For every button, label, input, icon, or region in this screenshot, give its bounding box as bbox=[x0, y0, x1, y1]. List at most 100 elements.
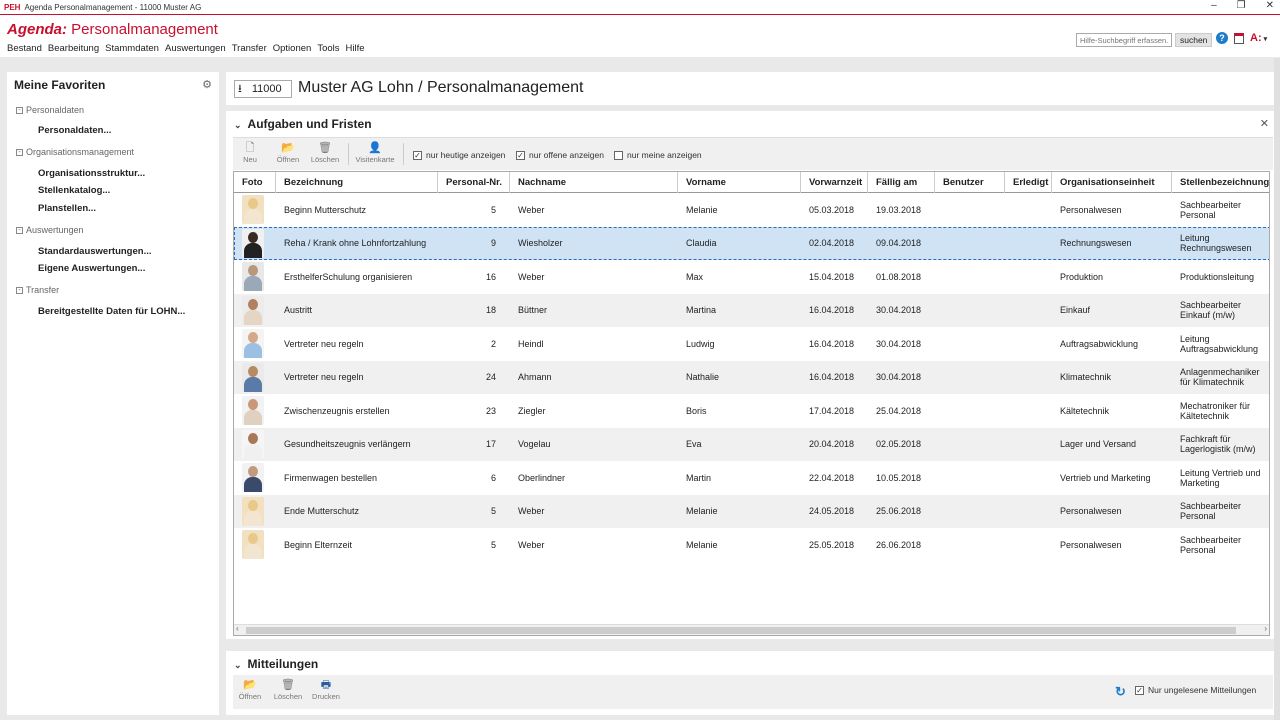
help-icon[interactable]: ? bbox=[1216, 32, 1228, 44]
sidebar-item-bereitgestellte-daten[interactable]: Bereitgestellte Daten für LOHN... bbox=[38, 306, 185, 317]
restore-button[interactable]: ❐ bbox=[1237, 0, 1246, 11]
open-button[interactable]: 📂 Öffnen bbox=[273, 142, 303, 164]
cell-faellig-am: 26.06.2018 bbox=[876, 539, 922, 550]
delete-button[interactable]: 🗑 Löschen bbox=[310, 142, 340, 164]
checkbox-checked-icon[interactable]: ✓ bbox=[1135, 685, 1144, 695]
unread-messages-checkbox[interactable]: ✓ Nur ungelesene Mitteilungen bbox=[1135, 685, 1256, 695]
cell-faellig-am: 01.08.2018 bbox=[876, 271, 922, 282]
cell-organisationseinheit: Produktion bbox=[1060, 271, 1104, 282]
column-header-benutzer[interactable]: Benutzer bbox=[935, 172, 1005, 193]
column-header-bezeichnung[interactable]: Bezeichnung bbox=[276, 172, 438, 193]
checkbox-unchecked-icon[interactable] bbox=[614, 150, 623, 160]
scrollbar-thumb[interactable] bbox=[246, 627, 1236, 634]
scroll-right-icon[interactable]: › bbox=[1264, 624, 1267, 633]
cell-benutzer bbox=[935, 394, 1005, 428]
collapse-icon[interactable]: - bbox=[16, 287, 23, 295]
table-row[interactable]: Vertreter neu regeln 24 Ahmann Nathalie 16.0… bbox=[234, 360, 1269, 395]
filter-mine-checkbox[interactable]: nur meine anzeigen bbox=[614, 150, 702, 160]
minimize-button[interactable]: – bbox=[1211, 0, 1217, 11]
sidebar-group-transfer[interactable]: - Transfer bbox=[16, 285, 59, 295]
new-button[interactable]: 🗋 Neu bbox=[235, 142, 265, 164]
menu-auswertungen[interactable]: Auswertungen bbox=[165, 43, 226, 54]
user-menu-button[interactable]: A: ▾ bbox=[1250, 32, 1267, 44]
collapse-icon[interactable]: - bbox=[16, 149, 23, 157]
cell-vorwarnzeit: 25.05.2018 bbox=[809, 539, 855, 550]
column-header-vorname[interactable]: Vorname bbox=[678, 172, 801, 193]
sidebar-group-auswertungen[interactable]: - Auswertungen bbox=[16, 225, 84, 235]
trash-icon: 🗑 bbox=[281, 679, 295, 691]
cell-stellenbezeichnung: Sachbearbeiter Einkauf (m/w) bbox=[1180, 300, 1242, 321]
page-header: ⭳ 11000 Muster AG Lohn / Personalmanagem… bbox=[226, 72, 1274, 105]
column-header-nachname[interactable]: Nachname bbox=[510, 172, 678, 193]
table-row[interactable]: Austritt 18 Büttner Martina 16.04.2018 30.04.… bbox=[234, 293, 1269, 327]
client-number-box[interactable]: ⭳ 11000 bbox=[234, 80, 292, 98]
vcard-button[interactable]: 👤 Visitenkarte bbox=[355, 142, 395, 164]
horizontal-scrollbar[interactable]: ‹ › bbox=[234, 624, 1269, 635]
sidebar-title: Meine Favoriten bbox=[14, 78, 106, 92]
table-row[interactable]: Reha / Krank ohne Lohnfortzahlung 9 Wiesho… bbox=[234, 226, 1269, 260]
table-row[interactable]: Beginn Mutterschutz 5 Weber Melanie 05.03.20… bbox=[234, 193, 1269, 227]
scroll-left-icon[interactable]: ‹ bbox=[236, 624, 239, 633]
help-search-input[interactable] bbox=[1076, 33, 1172, 47]
close-window-button[interactable]: ✕ bbox=[1266, 0, 1274, 11]
menu-hilfe[interactable]: Hilfe bbox=[346, 43, 365, 54]
menu-optionen[interactable]: Optionen bbox=[273, 43, 312, 54]
message-print-button[interactable]: 🖶 Drucken bbox=[311, 679, 341, 701]
cell-vorwarnzeit: 15.04.2018 bbox=[809, 271, 855, 282]
sidebar-item-stellenkatalog[interactable]: Stellenkatalog... bbox=[38, 185, 110, 196]
menu-stammdaten[interactable]: Stammdaten bbox=[105, 43, 159, 54]
column-header-erledigt[interactable]: Erledigt bbox=[1005, 172, 1052, 193]
menu-transfer[interactable]: Transfer bbox=[232, 43, 267, 54]
tasks-panel: ⌄ Aufgaben und Fristen ✕ 🗋 Neu 📂 Öffnen 🗑 Lö… bbox=[226, 111, 1274, 639]
table-row[interactable]: Firmenwagen bestellen 6 Oberlindner Martin 2… bbox=[234, 461, 1269, 495]
sidebar-group-personaldaten[interactable]: - Personaldaten bbox=[16, 105, 84, 115]
column-header-stellenbezeichnung[interactable]: Stellenbezeichnung bbox=[1172, 172, 1269, 193]
cell-benutzer bbox=[935, 361, 1005, 395]
close-icon[interactable]: ✕ bbox=[1260, 117, 1269, 130]
calendar-icon[interactable] bbox=[1234, 32, 1244, 44]
help-search-button[interactable]: suchen bbox=[1175, 33, 1213, 47]
checkbox-checked-icon[interactable]: ✓ bbox=[516, 150, 525, 160]
sidebar-item-standardauswertungen[interactable]: Standardauswertungen... bbox=[38, 246, 152, 257]
sidebar-item-personaldaten[interactable]: Personaldaten... bbox=[38, 125, 111, 136]
table-row[interactable]: Vertreter neu regeln 2 Heindl Ludwig 16.04.2… bbox=[234, 327, 1269, 361]
photo-body bbox=[244, 376, 262, 392]
chevron-down-icon[interactable]: ⌄ bbox=[234, 660, 242, 671]
vcard-label: Visitenkarte bbox=[355, 155, 395, 164]
sidebar-item-eigene-auswertungen[interactable]: Eigene Auswertungen... bbox=[38, 263, 145, 274]
column-header-foto[interactable]: Foto bbox=[234, 172, 276, 193]
column-header-organisationseinheit[interactable]: Organisationseinheit bbox=[1052, 172, 1172, 193]
vertical-scrollbar[interactable] bbox=[1274, 58, 1280, 720]
menu-tools[interactable]: Tools bbox=[317, 43, 339, 54]
table-row[interactable]: Zwischenzeugnis erstellen 23 Ziegler Boris 1… bbox=[234, 394, 1269, 428]
sidebar-item-organisationsstruktur[interactable]: Organisationsstruktur... bbox=[38, 168, 145, 179]
menu-bestand[interactable]: Bestand bbox=[7, 43, 42, 54]
chevron-down-icon[interactable]: ⌄ bbox=[234, 120, 242, 131]
sidebar-group-organisationsmanagement[interactable]: - Organisationsmanagement bbox=[16, 147, 134, 157]
collapse-icon[interactable]: - bbox=[16, 107, 23, 115]
message-delete-button[interactable]: 🗑 Löschen bbox=[273, 679, 303, 701]
collapse-icon[interactable]: - bbox=[16, 227, 23, 235]
download-icon[interactable]: ⭳ bbox=[238, 80, 242, 99]
photo-head bbox=[248, 466, 258, 477]
menu-bearbeitung[interactable]: Bearbeitung bbox=[48, 43, 99, 54]
gear-icon[interactable]: ⚙ bbox=[202, 78, 212, 91]
filter-open-checkbox[interactable]: ✓ nur offene anzeigen bbox=[516, 150, 604, 160]
photo-head bbox=[248, 365, 258, 377]
message-open-button[interactable]: 📂 Öffnen bbox=[235, 679, 265, 701]
table-row[interactable]: Beginn Elternzeit 5 Weber Melanie 25.05.2018… bbox=[234, 528, 1269, 562]
table-row[interactable]: ErsthelferSchulung organisieren 16 Weber Ma… bbox=[234, 260, 1269, 294]
refresh-icon[interactable]: ↻ bbox=[1115, 684, 1126, 700]
checkbox-checked-icon[interactable]: ✓ bbox=[413, 150, 422, 160]
cell-organisationseinheit: Einkauf bbox=[1060, 305, 1091, 316]
tasks-panel-title[interactable]: ⌄ Aufgaben und Fristen bbox=[234, 117, 372, 131]
column-header-vorwarnzeit[interactable]: Vorwarnzeit bbox=[801, 172, 868, 193]
sidebar-item-planstellen[interactable]: Planstellen... bbox=[38, 203, 96, 214]
cell-stellenbezeichnung: Sachbearbeiter Personal bbox=[1180, 501, 1242, 522]
column-header-faellig-am[interactable]: Fällig am bbox=[868, 172, 935, 193]
table-row[interactable]: Gesundheitszeugnis verlängern 17 Vogelau Ev… bbox=[234, 427, 1269, 461]
filter-today-checkbox[interactable]: ✓ nur heutige anzeigen bbox=[413, 150, 505, 160]
table-row[interactable]: Ende Mutterschutz 5 Weber Melanie 24.05.2018… bbox=[234, 494, 1269, 528]
column-header-personal-nr[interactable]: Personal-Nr. bbox=[438, 172, 510, 193]
messages-panel-title[interactable]: ⌄ Mitteilungen bbox=[234, 657, 318, 671]
